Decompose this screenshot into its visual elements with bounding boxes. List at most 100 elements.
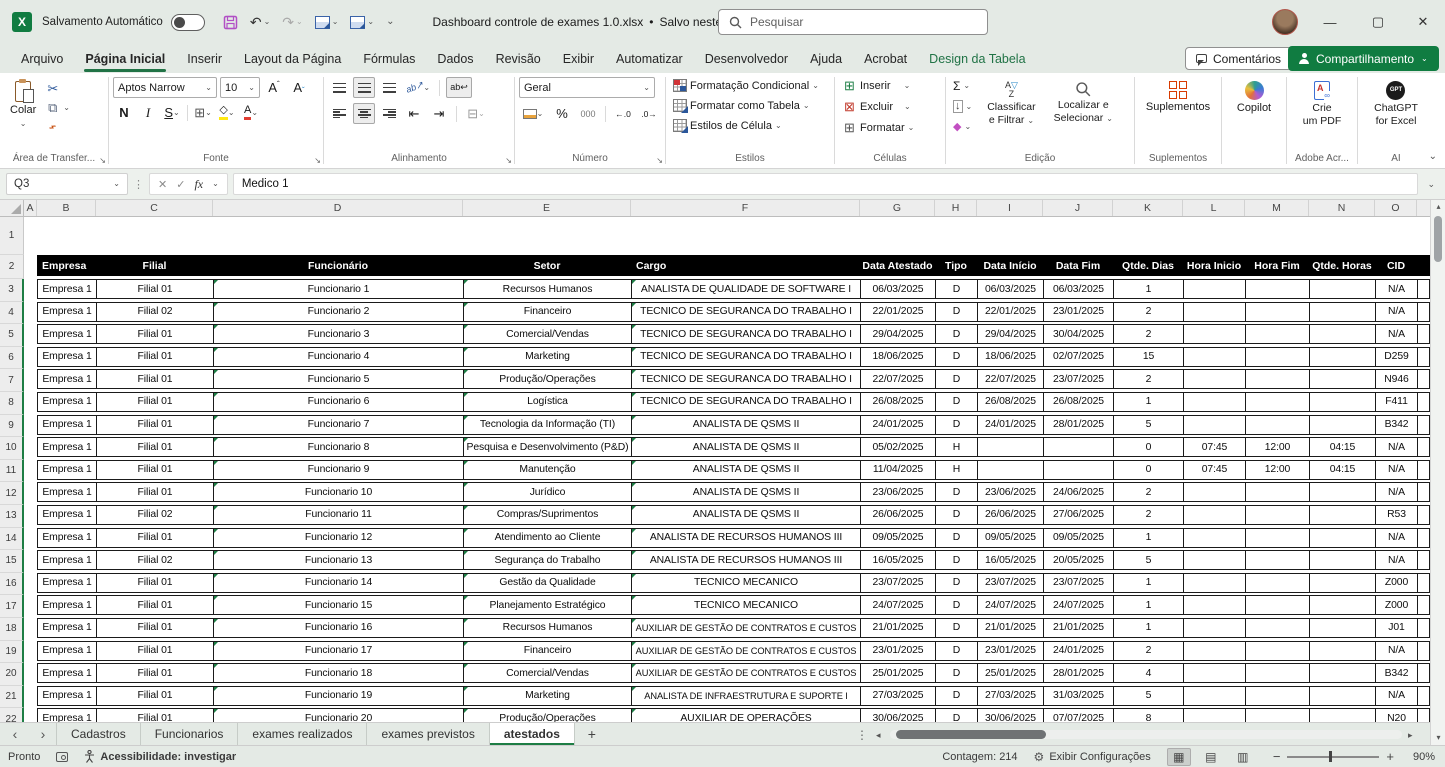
table-header-data-fim[interactable]: Data Fim bbox=[1043, 255, 1113, 276]
column-header-partial[interactable] bbox=[1417, 200, 1430, 216]
cell[interactable]: D bbox=[936, 393, 978, 411]
cell[interactable] bbox=[1418, 664, 1430, 682]
cell[interactable] bbox=[1310, 483, 1376, 501]
vertical-scrollbar[interactable]: ▴ ▾ bbox=[1430, 200, 1445, 745]
cell[interactable] bbox=[1310, 348, 1376, 366]
cell[interactable] bbox=[24, 708, 37, 722]
cell[interactable]: 06/03/2025 bbox=[978, 280, 1044, 298]
format-cells-button[interactable]: ⊞Formatar⌄ bbox=[839, 119, 917, 137]
cell[interactable]: Jurídico bbox=[464, 483, 632, 501]
cell[interactable]: D bbox=[936, 574, 978, 592]
cell[interactable] bbox=[1310, 664, 1376, 682]
cell[interactable]: 23/07/2025 bbox=[861, 574, 936, 592]
cell[interactable]: N/A bbox=[1376, 325, 1418, 343]
cell[interactable] bbox=[1044, 461, 1114, 479]
cell[interactable]: ANALISTA DE INFRAESTRUTURA E SUPORTE I bbox=[632, 687, 861, 705]
cell[interactable]: Empresa 1 bbox=[38, 709, 97, 722]
create-pdf-button[interactable]: Crieum PDF bbox=[1297, 77, 1348, 131]
cell[interactable] bbox=[1246, 709, 1310, 722]
cell[interactable]: 21/01/2025 bbox=[1044, 619, 1114, 637]
cell[interactable]: ANALISTA DE QSMS II bbox=[632, 483, 861, 501]
ribbon-tab-automatizar[interactable]: Automatizar bbox=[605, 44, 694, 73]
ribbon-tab-layout-da-pagina[interactable]: Layout da Página bbox=[233, 44, 352, 73]
cell[interactable] bbox=[24, 618, 37, 641]
cell[interactable] bbox=[1246, 574, 1310, 592]
row-header[interactable]: 13 bbox=[0, 505, 24, 528]
cell[interactable]: Filial 01 bbox=[97, 393, 214, 411]
cell[interactable]: Recursos Humanos bbox=[464, 280, 632, 298]
cell[interactable]: Funcionario 8 bbox=[214, 438, 464, 456]
cell[interactable] bbox=[1418, 370, 1430, 388]
cell[interactable]: Empresa 1 bbox=[38, 438, 97, 456]
cell[interactable] bbox=[24, 550, 37, 573]
cell[interactable]: Empresa 1 bbox=[38, 574, 97, 592]
table-header-hora-inicio[interactable]: Hora Inicio bbox=[1183, 255, 1245, 276]
cell[interactable]: Logística bbox=[464, 393, 632, 411]
cell[interactable] bbox=[1418, 687, 1430, 705]
cell[interactable]: TECNICO DE SEGURANCA DO TRABALHO I bbox=[632, 370, 861, 388]
comma-style-button[interactable]: 000 bbox=[577, 103, 599, 124]
cell[interactable]: 16/05/2025 bbox=[978, 551, 1044, 569]
cell[interactable]: Funcionario 10 bbox=[214, 483, 464, 501]
cell[interactable]: 22/07/2025 bbox=[978, 370, 1044, 388]
column-header-o[interactable]: O bbox=[1375, 200, 1417, 216]
number-dialog-launcher[interactable]: ↘ bbox=[656, 156, 663, 165]
cell[interactable]: TECNICO MECANICO bbox=[632, 596, 861, 614]
cell[interactable]: Funcionario 6 bbox=[214, 393, 464, 411]
cell[interactable] bbox=[1184, 709, 1246, 722]
cancel-entry-icon[interactable]: ✕ bbox=[158, 178, 167, 191]
cell[interactable]: Filial 01 bbox=[97, 370, 214, 388]
column-header-h[interactable]: H bbox=[935, 200, 977, 216]
cell[interactable] bbox=[24, 347, 37, 370]
zoom-out-button[interactable]: − bbox=[1273, 749, 1281, 764]
cell[interactable] bbox=[1246, 280, 1310, 298]
cell[interactable] bbox=[1310, 709, 1376, 722]
cell[interactable] bbox=[1246, 325, 1310, 343]
cell[interactable]: H bbox=[936, 461, 978, 479]
row-header[interactable]: 16 bbox=[0, 573, 24, 596]
horizontal-scrollbar[interactable] bbox=[890, 730, 1402, 739]
cell[interactable]: Funcionario 2 bbox=[214, 303, 464, 321]
align-bottom-button[interactable] bbox=[378, 77, 400, 98]
cell[interactable] bbox=[1310, 506, 1376, 524]
ribbon-tab-inserir[interactable]: Inserir bbox=[176, 44, 233, 73]
page-layout-view-button[interactable]: ▤ bbox=[1199, 748, 1223, 766]
cell[interactable] bbox=[1418, 529, 1430, 547]
ribbon-tab-ajuda[interactable]: Ajuda bbox=[799, 44, 853, 73]
cell[interactable]: 2 bbox=[1114, 370, 1184, 388]
cell[interactable]: 09/05/2025 bbox=[861, 529, 936, 547]
cell[interactable]: Empresa 1 bbox=[38, 506, 97, 524]
cell[interactable] bbox=[1184, 416, 1246, 434]
horizontal-scroll-thumb[interactable] bbox=[896, 730, 1046, 739]
cell[interactable]: 2 bbox=[1114, 642, 1184, 660]
row-header[interactable]: 5 bbox=[0, 324, 24, 347]
row-header[interactable]: 11 bbox=[0, 460, 24, 483]
cell[interactable]: Z000 bbox=[1376, 574, 1418, 592]
clipboard-dialog-launcher[interactable]: ↘ bbox=[99, 156, 106, 165]
cell[interactable]: 27/03/2025 bbox=[978, 687, 1044, 705]
column-header-n[interactable]: N bbox=[1309, 200, 1375, 216]
merge-center-button[interactable]: ⊟⌄ bbox=[463, 103, 489, 124]
table-header-setor[interactable]: Setor bbox=[463, 255, 631, 276]
cell[interactable]: N946 bbox=[1376, 370, 1418, 388]
cell[interactable]: ANALISTA DE QUALIDADE DE SOFTWARE I bbox=[632, 280, 861, 298]
cell[interactable]: 30/06/2025 bbox=[978, 709, 1044, 722]
column-header-l[interactable]: L bbox=[1183, 200, 1245, 216]
cell[interactable]: 24/06/2025 bbox=[1044, 483, 1114, 501]
cell[interactable] bbox=[1184, 574, 1246, 592]
row-header[interactable]: 14 bbox=[0, 528, 24, 551]
cell[interactable] bbox=[1184, 664, 1246, 682]
cell[interactable]: D bbox=[936, 416, 978, 434]
cut-button[interactable]: ✂ bbox=[42, 80, 73, 98]
decrease-font-size-button[interactable]: Aˇ bbox=[288, 77, 310, 98]
increase-font-size-button[interactable]: Aˆ bbox=[263, 77, 285, 98]
cell[interactable]: 25/01/2025 bbox=[861, 664, 936, 682]
cell[interactable]: Funcionario 16 bbox=[214, 619, 464, 637]
cell[interactable]: 09/05/2025 bbox=[1044, 529, 1114, 547]
row-header[interactable]: 1 bbox=[0, 217, 24, 255]
cell[interactable] bbox=[1184, 506, 1246, 524]
cell[interactable] bbox=[1418, 280, 1430, 298]
cell[interactable] bbox=[1418, 416, 1430, 434]
cell[interactable]: AUXILIAR DE GESTÃO DE CONTRATOS E CUSTOS bbox=[632, 664, 861, 682]
cell[interactable]: Compras/Suprimentos bbox=[464, 506, 632, 524]
